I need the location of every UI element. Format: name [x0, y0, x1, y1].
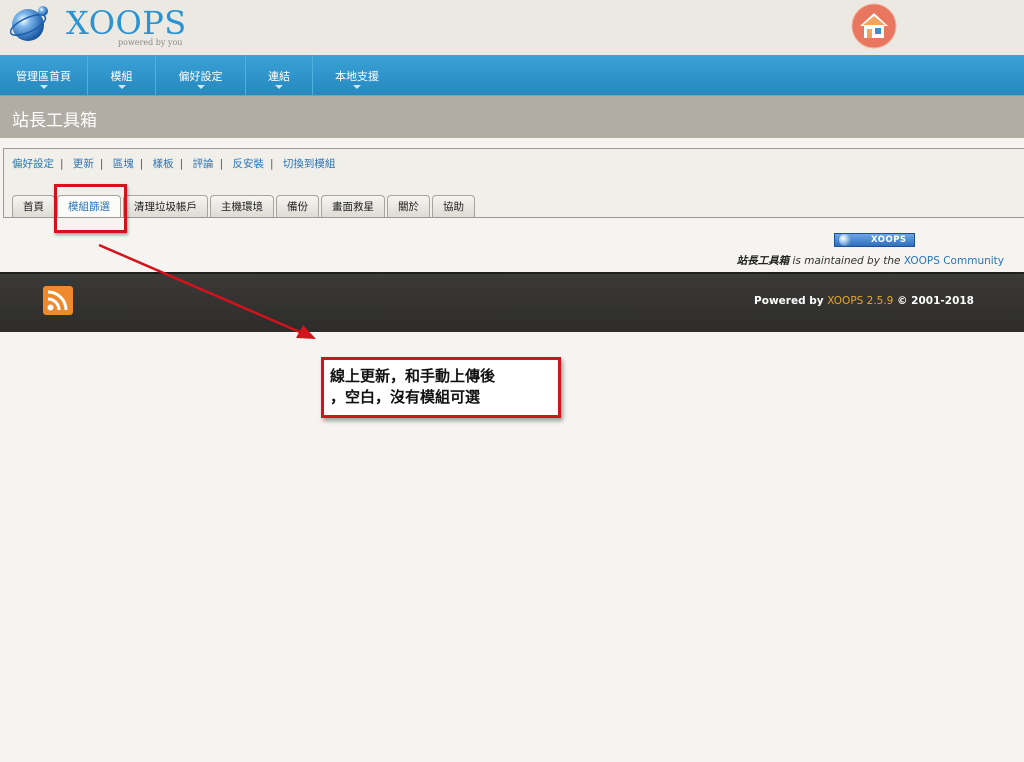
- footer-copyright: © 2001-2018: [893, 295, 974, 307]
- tab-help[interactable]: 協助: [432, 195, 475, 217]
- footer-version-link[interactable]: XOOPS 2.5.9: [827, 295, 893, 307]
- badge-globe-icon: [839, 234, 851, 246]
- maintained-module-name: 站長工具箱: [736, 255, 790, 267]
- nav-item-local-support[interactable]: 本地支援: [313, 55, 401, 95]
- tab-backup[interactable]: 備份: [276, 195, 319, 217]
- admin-link-update[interactable]: 更新: [73, 158, 94, 170]
- annotation-highlight-box: [54, 184, 127, 233]
- nav-item-modules[interactable]: 模組: [88, 55, 156, 95]
- main-nav: 管理區首頁 模組 偏好設定 連結 本地支援: [0, 55, 1024, 95]
- admin-link-switch-to-module[interactable]: 切換到模組: [283, 158, 336, 170]
- nav-item-preferences[interactable]: 偏好設定: [156, 55, 246, 95]
- tab-home[interactable]: 首頁: [12, 195, 55, 217]
- admin-link-templates[interactable]: 樣板: [153, 158, 174, 170]
- link-separator: |: [179, 158, 184, 170]
- annotation-callout: 線上更新，和手動上傳後 ，空白，沒有模組可選: [321, 357, 561, 418]
- callout-line-1: 線上更新，和手動上傳後: [330, 367, 496, 385]
- badge-text: XOOPS: [871, 235, 907, 245]
- link-separator: |: [269, 158, 274, 170]
- footer-powered-by: Powered by XOOPS 2.5.9 © 2001-2018: [754, 295, 974, 307]
- xoops-badge[interactable]: XOOPS: [834, 233, 915, 247]
- link-separator: |: [219, 158, 224, 170]
- link-separator: |: [99, 158, 104, 170]
- tab-screen-rescue[interactable]: 畫面救星: [321, 195, 385, 217]
- link-separator: |: [139, 158, 144, 170]
- link-separator: |: [60, 158, 64, 170]
- admin-links: 偏好設定 | 更新 | 區塊 | 樣板 | 評論 | 反安裝 | 切換到模組: [12, 156, 335, 171]
- site-footer: Powered by XOOPS 2.5.9 © 2001-2018: [0, 272, 1024, 332]
- callout-line-2: ，空白，沒有模組可選: [330, 388, 481, 406]
- nav-item-admin-home[interactable]: 管理區首頁: [0, 55, 88, 95]
- tab-about[interactable]: 關於: [387, 195, 430, 217]
- xoops-globe-icon[interactable]: [10, 3, 52, 43]
- admin-link-uninstall[interactable]: 反安裝: [232, 158, 264, 170]
- rss-icon[interactable]: [43, 286, 73, 315]
- page-title: 站長工具箱: [12, 111, 97, 131]
- footer-powered-label: Powered by: [754, 295, 828, 307]
- home-icon[interactable]: [851, 3, 897, 49]
- maintained-by-line: 站長工具箱 is maintained by the XOOPS Communi…: [737, 253, 1004, 268]
- site-logo-text[interactable]: XOOPS: [66, 4, 187, 42]
- site-logo-tagline: powered by you: [118, 38, 183, 47]
- admin-link-preferences[interactable]: 偏好設定: [12, 158, 54, 170]
- tab-clean-spam-accounts[interactable]: 清理垃圾帳戶: [123, 195, 208, 217]
- tab-host-environment[interactable]: 主機環境: [210, 195, 274, 217]
- admin-link-blocks[interactable]: 區塊: [113, 158, 134, 170]
- admin-link-comments[interactable]: 評論: [193, 158, 214, 170]
- site-header: XOOPS powered by you: [0, 0, 1024, 55]
- page-title-band: 站長工具箱: [0, 95, 1024, 138]
- module-admin-panel: 偏好設定 | 更新 | 區塊 | 樣板 | 評論 | 反安裝 | 切換到模組 首頁 模組篩選…: [3, 148, 1024, 218]
- xoops-community-link[interactable]: XOOPS Community: [904, 255, 1004, 267]
- maintained-by-text: is maintained by the: [789, 255, 904, 267]
- nav-item-links[interactable]: 連結: [246, 55, 313, 95]
